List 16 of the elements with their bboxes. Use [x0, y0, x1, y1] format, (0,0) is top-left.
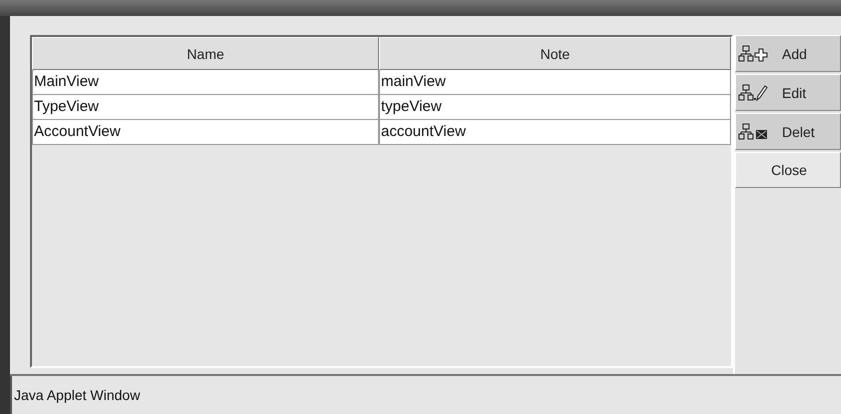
delete-button[interactable]: Delet: [735, 113, 841, 150]
edit-button[interactable]: Edit: [735, 74, 841, 111]
column-header[interactable]: Note: [379, 37, 731, 70]
table-cell: MainView: [32, 70, 379, 95]
delete-node-icon: [738, 122, 768, 140]
add-node-icon: [738, 44, 768, 62]
table-cell: mainView: [379, 70, 731, 95]
add-button[interactable]: Add: [735, 35, 841, 72]
table-cell: accountView: [379, 120, 731, 145]
column-header[interactable]: Name: [32, 37, 379, 70]
status-text: Java Applet Window: [14, 387, 140, 403]
table-cell: TypeView: [32, 95, 379, 120]
table-cell: typeView: [379, 95, 731, 120]
plain-button[interactable]: Close: [735, 152, 841, 188]
pencil-node-icon: [738, 84, 768, 102]
table-cell: AccountView: [32, 120, 379, 145]
